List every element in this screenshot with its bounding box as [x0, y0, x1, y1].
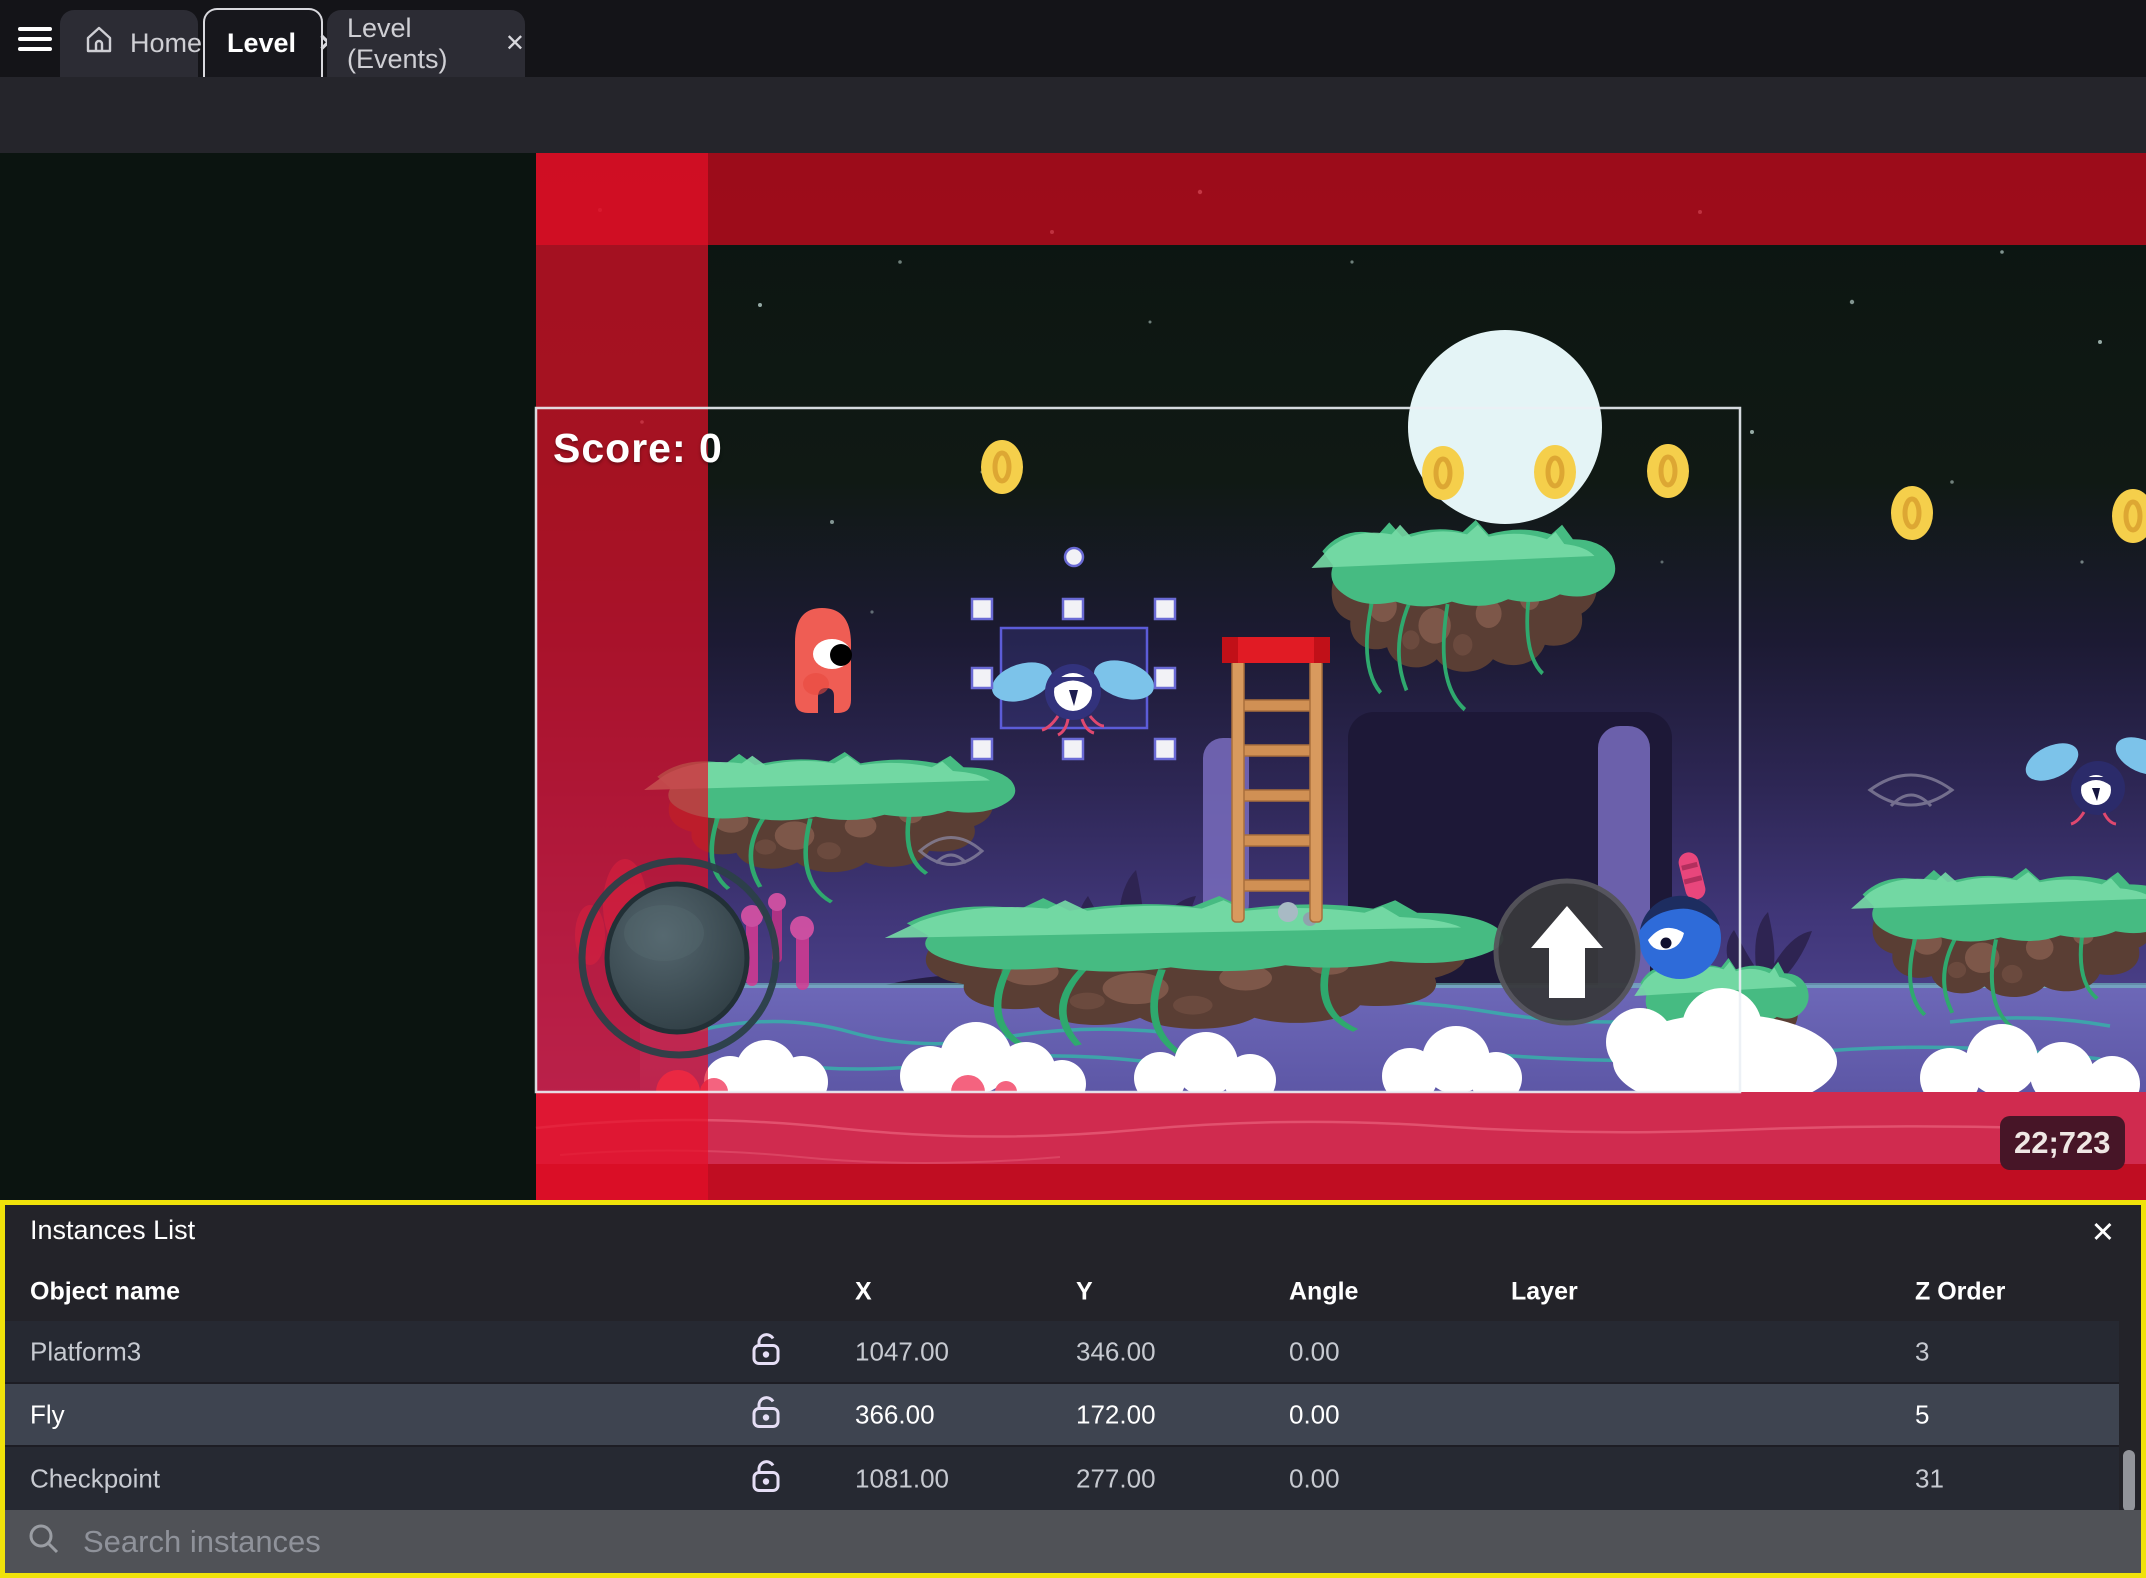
cell-x[interactable]: 1081.00 [855, 1463, 949, 1494]
pebble [1278, 902, 1298, 922]
col-object-name[interactable]: Object name [30, 1278, 180, 1307]
red-band-top[interactable] [536, 153, 2146, 245]
tab-level-label: Level [227, 28, 297, 58]
cell-y[interactable]: 277.00 [1076, 1463, 1156, 1494]
unlock-icon[interactable] [751, 1393, 781, 1436]
panel-close-icon[interactable]: ✕ [2091, 1215, 2115, 1250]
table-row-checkpoint[interactable]: Checkpoint 1081.00 277.00 0.00 31 [5, 1447, 2119, 1510]
joystick-control[interactable] [578, 857, 780, 1059]
cell-angle[interactable]: 0.00 [1289, 1399, 1340, 1430]
main-menu-icon[interactable] [18, 27, 52, 53]
panel-scrollbar[interactable] [2123, 1450, 2135, 1512]
instances-list-panel: Instances List ✕ Object name X Y Angle L… [0, 1200, 2146, 1578]
col-y[interactable]: Y [1076, 1278, 1093, 1307]
col-layer[interactable]: Layer [1511, 1278, 1578, 1307]
gdevelop-editor-window: Home Level ✕ Level (Events) ✕ [0, 0, 2146, 1578]
tab-level-events[interactable]: Level (Events) ✕ [327, 10, 525, 77]
red-strip-left[interactable] [536, 153, 708, 1200]
selected-fly-instance[interactable] [987, 626, 1159, 737]
cell-z-order[interactable]: 3 [1915, 1336, 1929, 1367]
instances-table-header: Object name X Y Angle Layer Z Order [5, 1263, 2119, 1321]
jump-button-control[interactable] [1493, 878, 1641, 1026]
scene-editor-toolbar: Preview Publish [0, 77, 2146, 218]
col-x[interactable]: X [855, 1278, 872, 1307]
tab-home[interactable]: Home [60, 10, 202, 77]
home-icon [84, 25, 114, 62]
search-instances-input[interactable] [81, 1522, 981, 1561]
cell-z-order[interactable]: 5 [1915, 1399, 1929, 1430]
cell-object-name[interactable]: Platform3 [30, 1336, 141, 1367]
cell-x[interactable]: 1047.00 [855, 1336, 949, 1367]
scene-canvas[interactable] [0, 153, 2146, 1200]
table-row-platform3[interactable]: Platform3 1047.00 346.00 0.00 3 [5, 1321, 2119, 1384]
cell-object-name[interactable]: Fly [30, 1399, 65, 1430]
panel-title: Instances List [30, 1215, 196, 1245]
tab-home-label: Home [130, 28, 203, 58]
coin [1422, 446, 1464, 500]
instances-search-bar [5, 1510, 2141, 1573]
cell-angle[interactable]: 0.00 [1289, 1336, 1340, 1367]
col-z-order[interactable]: Z Order [1915, 1278, 2005, 1307]
search-icon [27, 1522, 61, 1561]
coin [1891, 486, 1933, 540]
cell-y[interactable]: 346.00 [1076, 1336, 1156, 1367]
tab-bar: Home Level ✕ Level (Events) ✕ [0, 0, 2146, 77]
unlock-icon[interactable] [751, 1457, 781, 1500]
cell-x[interactable]: 366.00 [855, 1399, 935, 1430]
score-hud-text: Score: 0 [553, 425, 723, 471]
rotate-handle [1063, 546, 1085, 568]
cursor-coordinates-badge: 22;723 [2000, 1116, 2125, 1170]
red-ground [535, 1092, 2146, 1200]
coin [1534, 445, 1576, 499]
tab-level-active[interactable]: Level ✕ [203, 8, 338, 77]
cell-angle[interactable]: 0.00 [1289, 1463, 1340, 1494]
scene-art [534, 153, 2146, 1200]
tab-events-label: Level (Events) [347, 12, 448, 74]
coin [1647, 444, 1689, 498]
table-row-fly-selected[interactable]: Fly 366.00 172.00 0.00 5 [5, 1384, 2119, 1447]
cell-z-order[interactable]: 31 [1915, 1463, 1944, 1494]
col-angle[interactable]: Angle [1289, 1278, 1358, 1307]
unlock-icon[interactable] [751, 1330, 781, 1373]
cell-y[interactable]: 172.00 [1076, 1399, 1156, 1430]
cell-object-name[interactable]: Checkpoint [30, 1463, 160, 1494]
coin [981, 440, 1023, 494]
tab-events-close-icon[interactable]: ✕ [505, 31, 525, 56]
